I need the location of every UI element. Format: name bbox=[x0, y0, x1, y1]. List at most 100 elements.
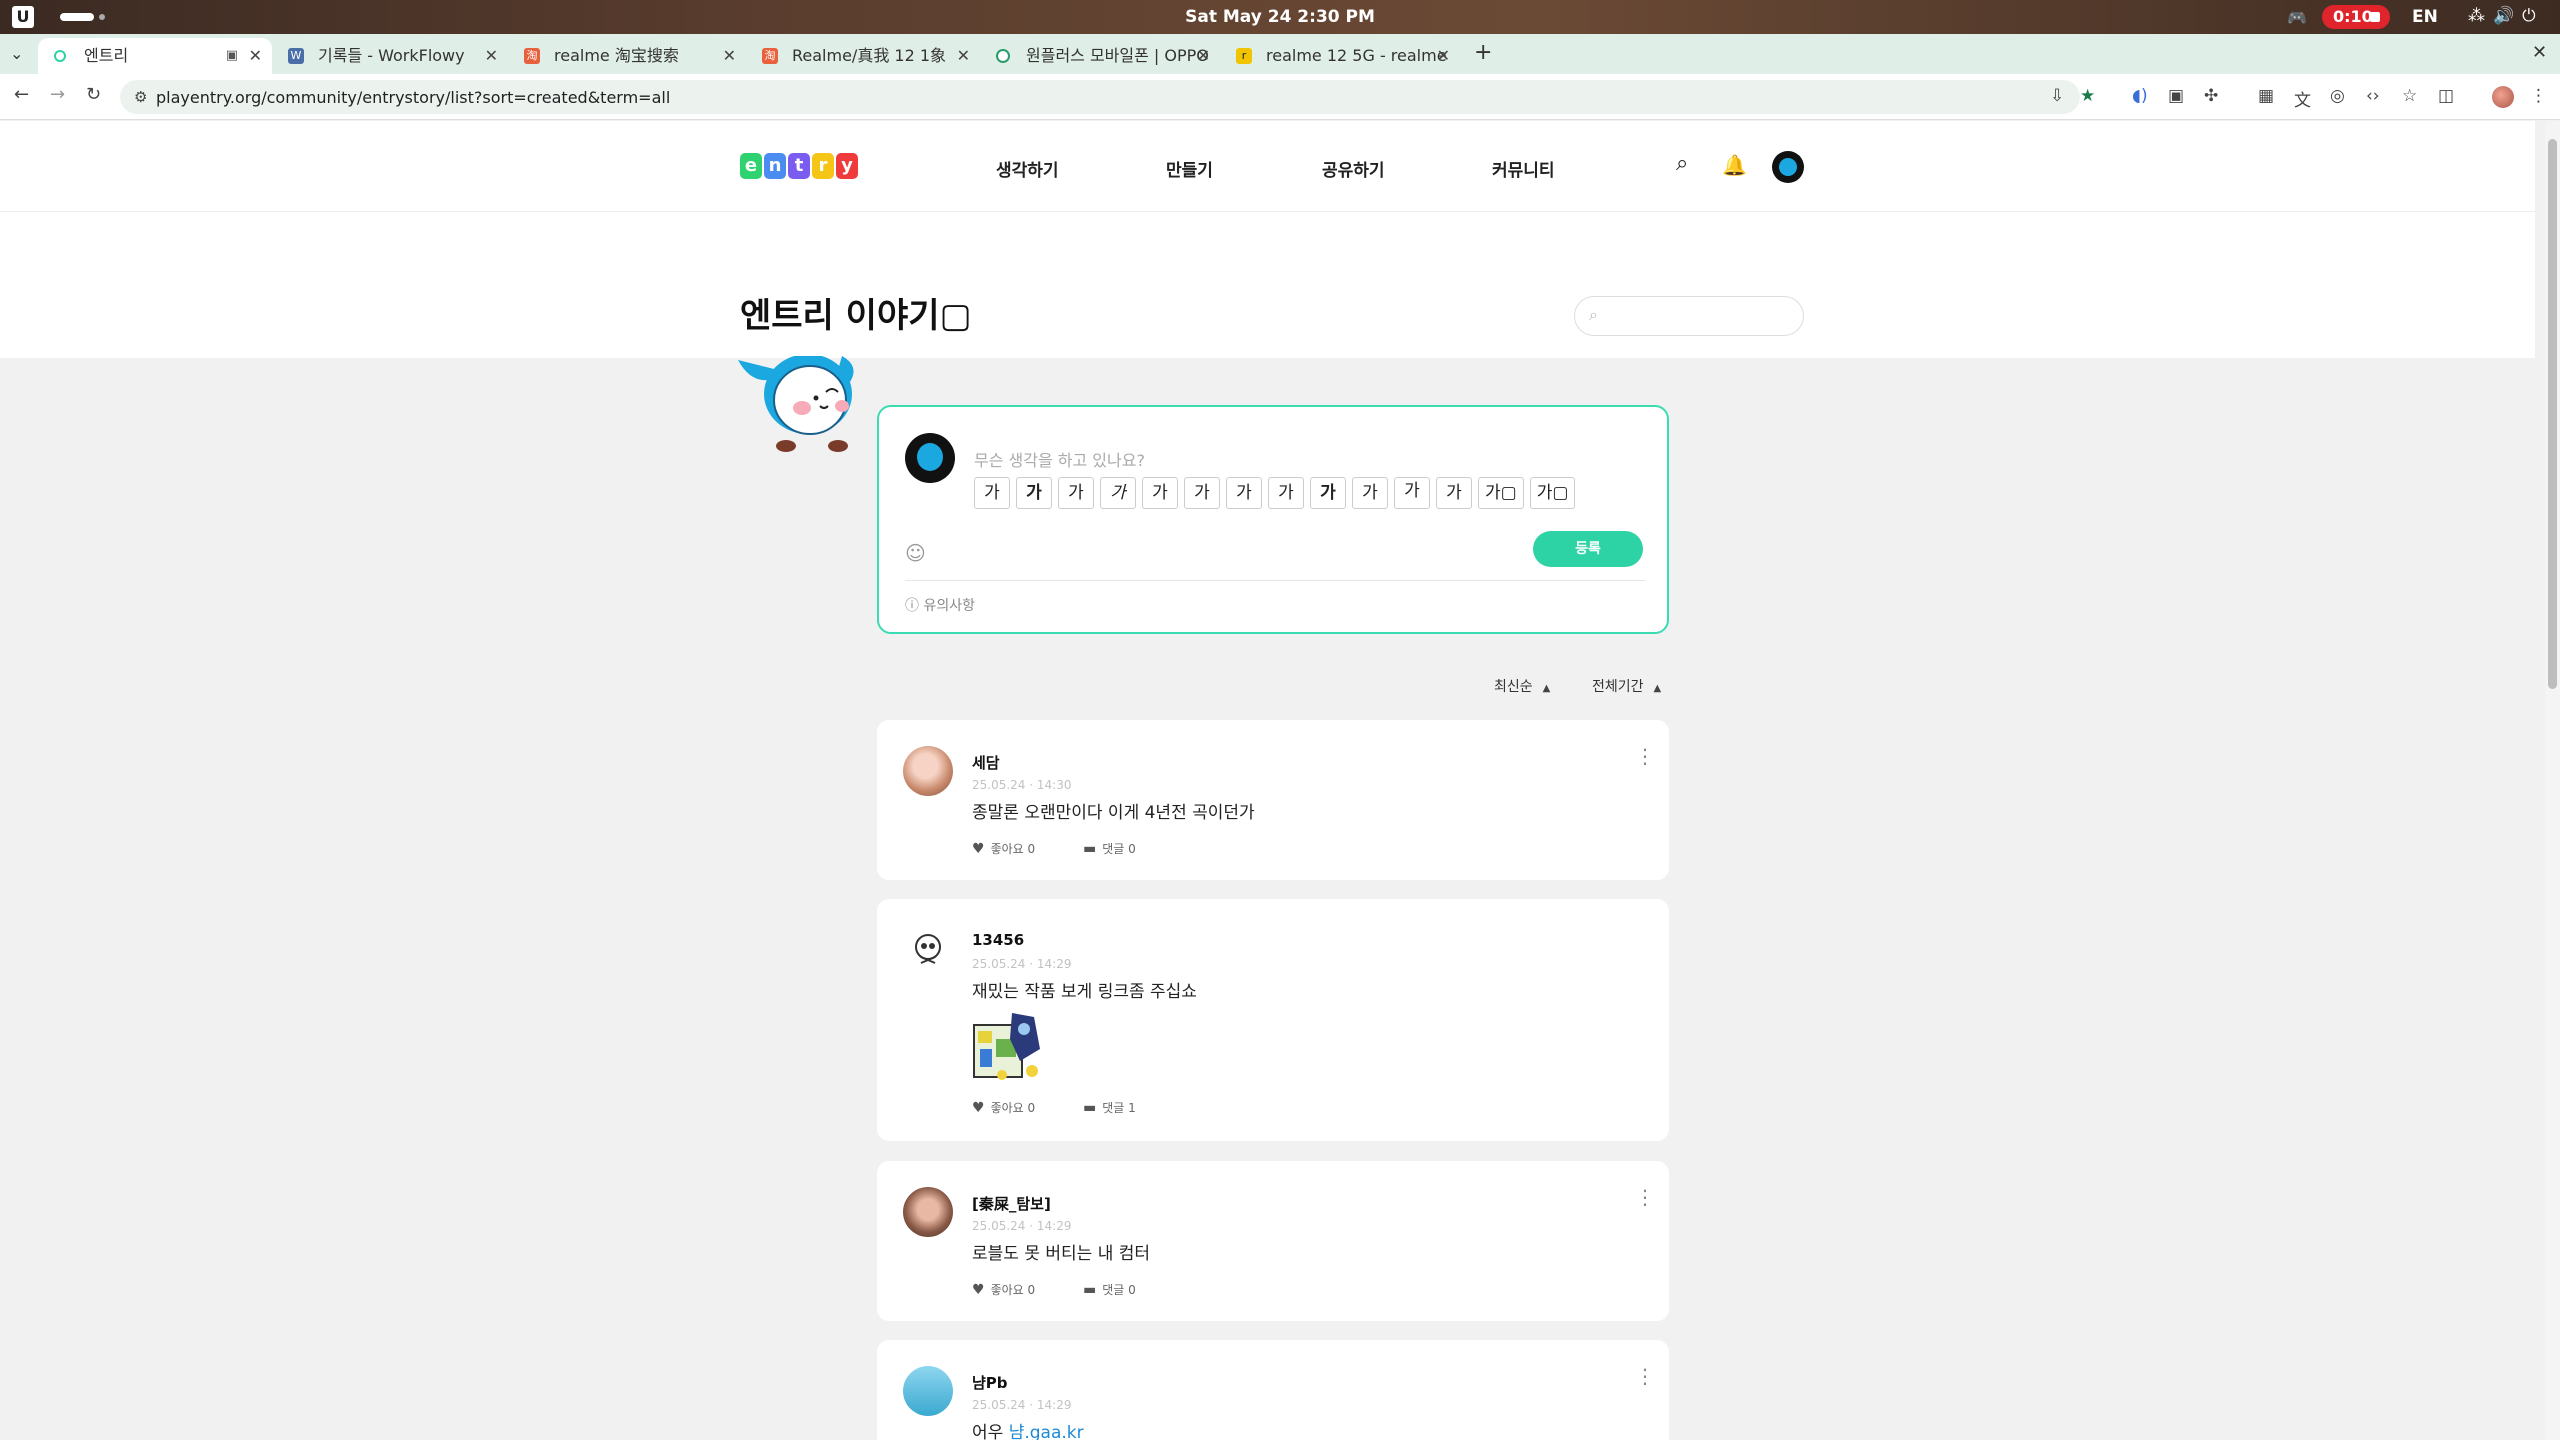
post-username[interactable]: 13456 bbox=[972, 931, 1024, 949]
post-username[interactable]: [秦屎_탐보] bbox=[972, 1193, 1051, 1214]
extension-audio-icon[interactable]: ◖) bbox=[2132, 86, 2148, 106]
scrollbar-thumb[interactable] bbox=[2548, 139, 2557, 689]
user-avatar[interactable] bbox=[903, 1187, 953, 1237]
tab-realme-12[interactable]: r realme 12 5G - realme ✕ bbox=[1220, 38, 1460, 74]
system-clock[interactable]: Sat May 24 2:30 PM bbox=[0, 7, 2560, 27]
bookmark-star-icon[interactable]: ★ bbox=[2080, 86, 2095, 106]
user-avatar[interactable] bbox=[903, 1366, 953, 1416]
tab-oneplus[interactable]: 원플러스 모바일폰 | OPPO ✕ bbox=[980, 38, 1220, 74]
like-button[interactable]: ♥ 좋아요 0 bbox=[972, 1282, 1057, 1298]
bell-icon[interactable]: 🔔 bbox=[1722, 153, 1747, 177]
extension-box-icon[interactable]: ▣ bbox=[2168, 86, 2184, 106]
sort-order-label: 최신순 bbox=[1494, 679, 1533, 695]
tab-search-icon[interactable]: ⌄ bbox=[10, 44, 23, 63]
like-button[interactable]: ♥ 좋아요 0 bbox=[972, 1100, 1057, 1116]
back-arrow-icon[interactable]: ← bbox=[14, 84, 29, 105]
address-bar[interactable]: ⚙ playentry.org/community/entrystory/lis… bbox=[120, 80, 2095, 114]
page-scrollbar[interactable] bbox=[2545, 121, 2560, 1440]
devtools-code-icon[interactable]: ‹› bbox=[2366, 86, 2380, 106]
gamepad-icon[interactable]: 🎮 bbox=[2287, 8, 2307, 27]
workflowy-favicon-icon: W bbox=[288, 48, 304, 64]
system-tray-icons[interactable]: ⁂🔊⏻ bbox=[2468, 6, 2544, 26]
bookmarks-icon[interactable]: ☆ bbox=[2402, 86, 2417, 106]
post-link[interactable]: 냠.gaa.kr bbox=[1009, 1423, 1084, 1440]
forward-arrow-icon[interactable]: → bbox=[50, 84, 65, 105]
browser-profile-avatar[interactable] bbox=[2492, 86, 2514, 108]
tab-close-icon[interactable]: ✕ bbox=[485, 38, 498, 74]
story-search-input[interactable]: ⌕ bbox=[1574, 296, 1804, 336]
user-avatar[interactable] bbox=[1772, 151, 1804, 183]
translate-icon[interactable]: 文 bbox=[2294, 86, 2311, 111]
font-chip[interactable]: 가▢ bbox=[1478, 477, 1524, 509]
font-chip[interactable]: 가 bbox=[1436, 477, 1472, 509]
app-launcher-icon[interactable]: U bbox=[12, 6, 34, 28]
sticker-image[interactable] bbox=[972, 1009, 1046, 1085]
nav-create[interactable]: 만들기 bbox=[1166, 156, 1213, 181]
composer-input[interactable]: 무슨 생각을 하고 있나요? bbox=[974, 447, 1145, 471]
font-chip[interactable]: 가 bbox=[1142, 477, 1178, 509]
close-window-icon[interactable]: ✕ bbox=[2532, 42, 2547, 63]
entry-logo[interactable]: e n t r y bbox=[740, 153, 858, 181]
post-username[interactable]: 세담 bbox=[972, 752, 1000, 773]
font-chip[interactable]: 가 bbox=[1100, 477, 1136, 509]
post-username[interactable]: 냠Pb bbox=[972, 1372, 1008, 1393]
story-card: 13456 25.05.24 · 14:29 재밌는 작품 보게 링크좀 주십쇼… bbox=[877, 899, 1669, 1141]
submit-post-button[interactable]: 등록 bbox=[1533, 531, 1643, 567]
tab-close-icon[interactable]: ✕ bbox=[249, 38, 262, 74]
like-button[interactable]: ♥ 좋아요 0 bbox=[972, 841, 1057, 857]
more-options-icon[interactable]: ⋮ bbox=[1635, 1364, 1655, 1388]
font-chip[interactable]: 가 bbox=[974, 477, 1010, 509]
more-options-icon[interactable]: ⋮ bbox=[1635, 744, 1655, 768]
nav-think[interactable]: 생각하기 bbox=[996, 156, 1059, 181]
new-tab-icon[interactable]: + bbox=[1474, 40, 1492, 65]
font-chip[interactable]: 가 bbox=[1058, 477, 1094, 509]
install-app-icon[interactable]: ⇩ bbox=[2050, 86, 2064, 106]
font-chip[interactable]: 가 bbox=[1184, 477, 1220, 509]
workspace-dot[interactable] bbox=[99, 14, 105, 20]
comment-count: 댓글 1 bbox=[1102, 1101, 1136, 1115]
nav-community[interactable]: 커뮤니티 bbox=[1492, 156, 1555, 181]
extensions-puzzle-icon[interactable]: ✣ bbox=[2204, 86, 2218, 106]
sort-order-dropdown[interactable]: 최신순 ▲ bbox=[1494, 676, 1550, 696]
caret-up-icon: ▲ bbox=[1653, 683, 1662, 694]
font-chip[interactable]: 가 bbox=[1016, 477, 1052, 509]
screen-recording-indicator[interactable]: 0:10 bbox=[2322, 5, 2390, 29]
tab-taobao-search[interactable]: 淘 realme 淘宝搜索 ✕ bbox=[508, 38, 746, 74]
search-icon[interactable]: ⌕ bbox=[1676, 151, 1688, 176]
tab-workflowy[interactable]: W 기록들 - WorkFlowy ✕ bbox=[272, 38, 508, 74]
apps-grid-icon[interactable]: ▦ bbox=[2258, 86, 2274, 106]
url-text[interactable]: playentry.org/community/entrystory/list?… bbox=[156, 88, 670, 107]
workspace-indicator[interactable] bbox=[60, 13, 94, 21]
tab-close-icon[interactable]: ✕ bbox=[1197, 38, 1210, 74]
font-chip[interactable]: 가 bbox=[1268, 477, 1304, 509]
emoji-icon[interactable]: ☺ bbox=[905, 541, 926, 565]
browser-menu-icon[interactable]: ⋮ bbox=[2530, 86, 2547, 106]
comment-button[interactable]: ▬ 댓글 1 bbox=[1083, 1100, 1158, 1116]
tab-close-icon[interactable]: ✕ bbox=[957, 38, 970, 74]
tab-entry[interactable]: 엔트리 ▣ ✕ bbox=[38, 38, 272, 74]
more-options-icon[interactable]: ⋮ bbox=[1635, 1185, 1655, 1209]
side-panel-icon[interactable]: ◫ bbox=[2438, 86, 2454, 106]
sort-term-dropdown[interactable]: 전체기간 ▲ bbox=[1592, 676, 1661, 696]
language-indicator[interactable]: EN bbox=[2412, 7, 2438, 27]
tab-realme-item[interactable]: 淘 Realme/真我 12 1象 ✕ bbox=[746, 38, 980, 74]
site-info-icon[interactable]: ⚙ bbox=[134, 88, 147, 106]
comment-button[interactable]: ▬ 댓글 0 bbox=[1083, 1282, 1158, 1298]
user-avatar[interactable] bbox=[903, 925, 953, 975]
font-chip[interactable]: 가 bbox=[1352, 477, 1388, 509]
font-chip[interactable]: 가▢ bbox=[1529, 477, 1576, 509]
reload-icon[interactable]: ↻ bbox=[86, 84, 101, 105]
story-card: 세담 25.05.24 · 14:30 종말론 오랜만이다 이게 4년전 곡이던… bbox=[877, 720, 1669, 880]
nav-share[interactable]: 공유하기 bbox=[1322, 156, 1385, 181]
font-chip[interactable]: 가 bbox=[1394, 477, 1430, 509]
font-chip[interactable]: 가 bbox=[1226, 477, 1262, 509]
logo-letter-r: r bbox=[812, 153, 834, 179]
tab-close-icon[interactable]: ✕ bbox=[1437, 38, 1450, 74]
tab-close-icon[interactable]: ✕ bbox=[723, 38, 736, 74]
notice-link[interactable]: ⓘ 유의사항 bbox=[905, 595, 975, 615]
comment-button[interactable]: ▬ 댓글 0 bbox=[1083, 841, 1158, 857]
user-avatar[interactable] bbox=[903, 746, 953, 796]
font-chip[interactable]: 가 bbox=[1310, 477, 1346, 509]
like-count: 좋아요 0 bbox=[990, 1283, 1036, 1297]
screenshot-icon[interactable]: ◎ bbox=[2330, 86, 2345, 106]
